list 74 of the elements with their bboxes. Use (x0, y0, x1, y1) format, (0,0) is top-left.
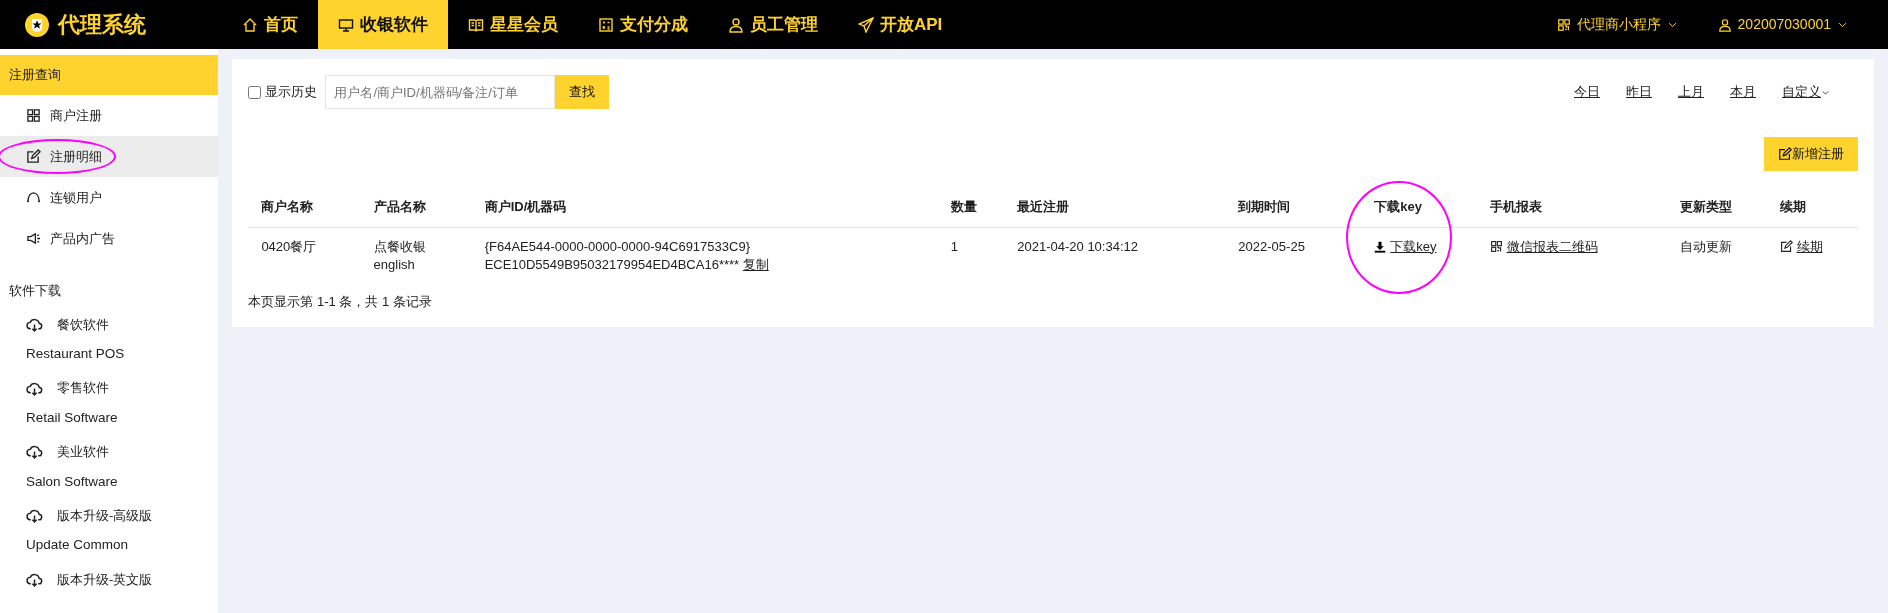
checkbox[interactable] (248, 85, 262, 99)
column-header: 数量 (937, 185, 1005, 227)
table-cell: 0420餐厅 (248, 227, 361, 284)
checkbox-label: 显示历史 (265, 83, 318, 102)
machine-id: {F64AE544-0000-0000-0000-94C6917533C9} (484, 237, 751, 256)
download-link[interactable]: 零售软件 Retail Software (0, 378, 219, 428)
qr-report-link[interactable]: 微信报表二维码 (1489, 237, 1598, 256)
column-header: 到期时间 (1225, 185, 1362, 227)
user-icon (728, 16, 744, 33)
nav-tab[interactable]: 员工管理 (708, 0, 838, 49)
date-link[interactable]: 昨日 (1626, 82, 1652, 102)
sidebar-section-title: 软件下载 (8, 282, 62, 300)
cloud-download-icon (26, 507, 43, 524)
download-icon (1374, 240, 1387, 253)
nav-tab[interactable]: 星星会员 (448, 0, 578, 49)
user-icon (1717, 17, 1732, 32)
record-count: 本页显示第 1-1 条，共 1 条记录 (248, 292, 433, 311)
sidebar-item[interactable]: 商户注册 (0, 95, 219, 136)
download-link[interactable]: 美业软件 Salon Software (0, 442, 219, 492)
star-logo-icon (24, 11, 50, 38)
search-button[interactable]: 查找 (555, 75, 610, 109)
date-link[interactable]: 今日 (1574, 82, 1600, 102)
column-header: 下载key (1361, 185, 1477, 227)
sidebar-item[interactable]: 连锁用户 (0, 177, 219, 218)
column-header: 商户名称 (248, 185, 361, 227)
column-header: 续期 (1766, 185, 1858, 227)
edit-icon (26, 149, 41, 164)
machine-code: ECE10D5549B95032179954ED4BCA16**** (484, 256, 741, 272)
sidebar-group-header[interactable]: 注册查询 (0, 55, 219, 95)
nav-tab[interactable]: 收银软件 (318, 0, 448, 49)
table-cell-line: english (373, 255, 416, 274)
grid-icon (26, 108, 41, 123)
table-cell: 自动更新 (1667, 227, 1767, 284)
download-link[interactable]: 版本升级-高级版 Update Common (0, 505, 219, 556)
new-button[interactable]: 新增注册 (1764, 137, 1858, 171)
column-header: 产品名称 (360, 185, 472, 227)
table-cell: 2022-05-25 (1225, 227, 1362, 284)
table-cell: 1 (937, 227, 1005, 284)
arch-icon (26, 190, 41, 205)
cloud-download-icon (26, 443, 43, 461)
app-title: 代理系统 (58, 11, 146, 39)
home-icon (242, 16, 258, 33)
speaker-icon (26, 231, 41, 246)
book-icon (468, 16, 484, 33)
column-header: 更新类型 (1667, 185, 1767, 227)
sidebar-item[interactable]: 注册明细 (0, 136, 219, 177)
nav-tab[interactable]: 开放API (838, 0, 963, 49)
date-link[interactable]: 上月 (1678, 82, 1704, 102)
caret-icon (1821, 88, 1830, 98)
nav-dropdown[interactable]: 202007030001 (1717, 14, 1848, 35)
download-link[interactable]: 餐饮软件 Restaurant POS (0, 314, 219, 365)
column-header: 最近注册 (1004, 185, 1226, 227)
renew-link[interactable]: 续期 (1779, 237, 1823, 256)
nav-tab[interactable]: 支付分成 (578, 0, 708, 49)
nav-tab[interactable]: 首页 (222, 0, 318, 49)
download-link[interactable]: 版本升级-英文版 (0, 569, 219, 589)
column-header: 商户ID/机器码 (471, 185, 938, 227)
date-link[interactable]: 自定义 (1782, 82, 1830, 102)
edit-icon (1779, 240, 1793, 253)
qr-code-icon (1489, 240, 1503, 253)
copy-link[interactable]: 复制 (742, 256, 769, 272)
column-header: 手机报表 (1476, 185, 1668, 227)
table-cell-line: 点餐收银 (373, 237, 427, 256)
send-icon (858, 16, 874, 33)
table-cell: 2021-04-20 10:34:12 (1004, 227, 1226, 284)
sidebar-item[interactable]: 产品内广告 (0, 218, 219, 259)
nav-dropdown[interactable]: 代理商小程序 (1556, 14, 1678, 35)
search-field[interactable]: 用户名/商户ID/机器码/备注/订单 (325, 75, 556, 109)
calc-icon (598, 16, 614, 33)
download-key-link[interactable]: 下载key (1374, 237, 1437, 256)
monitor-icon (338, 16, 354, 33)
qr-code-icon (1556, 17, 1571, 32)
edit-icon (1778, 147, 1792, 161)
date-link[interactable]: 本月 (1730, 82, 1756, 102)
